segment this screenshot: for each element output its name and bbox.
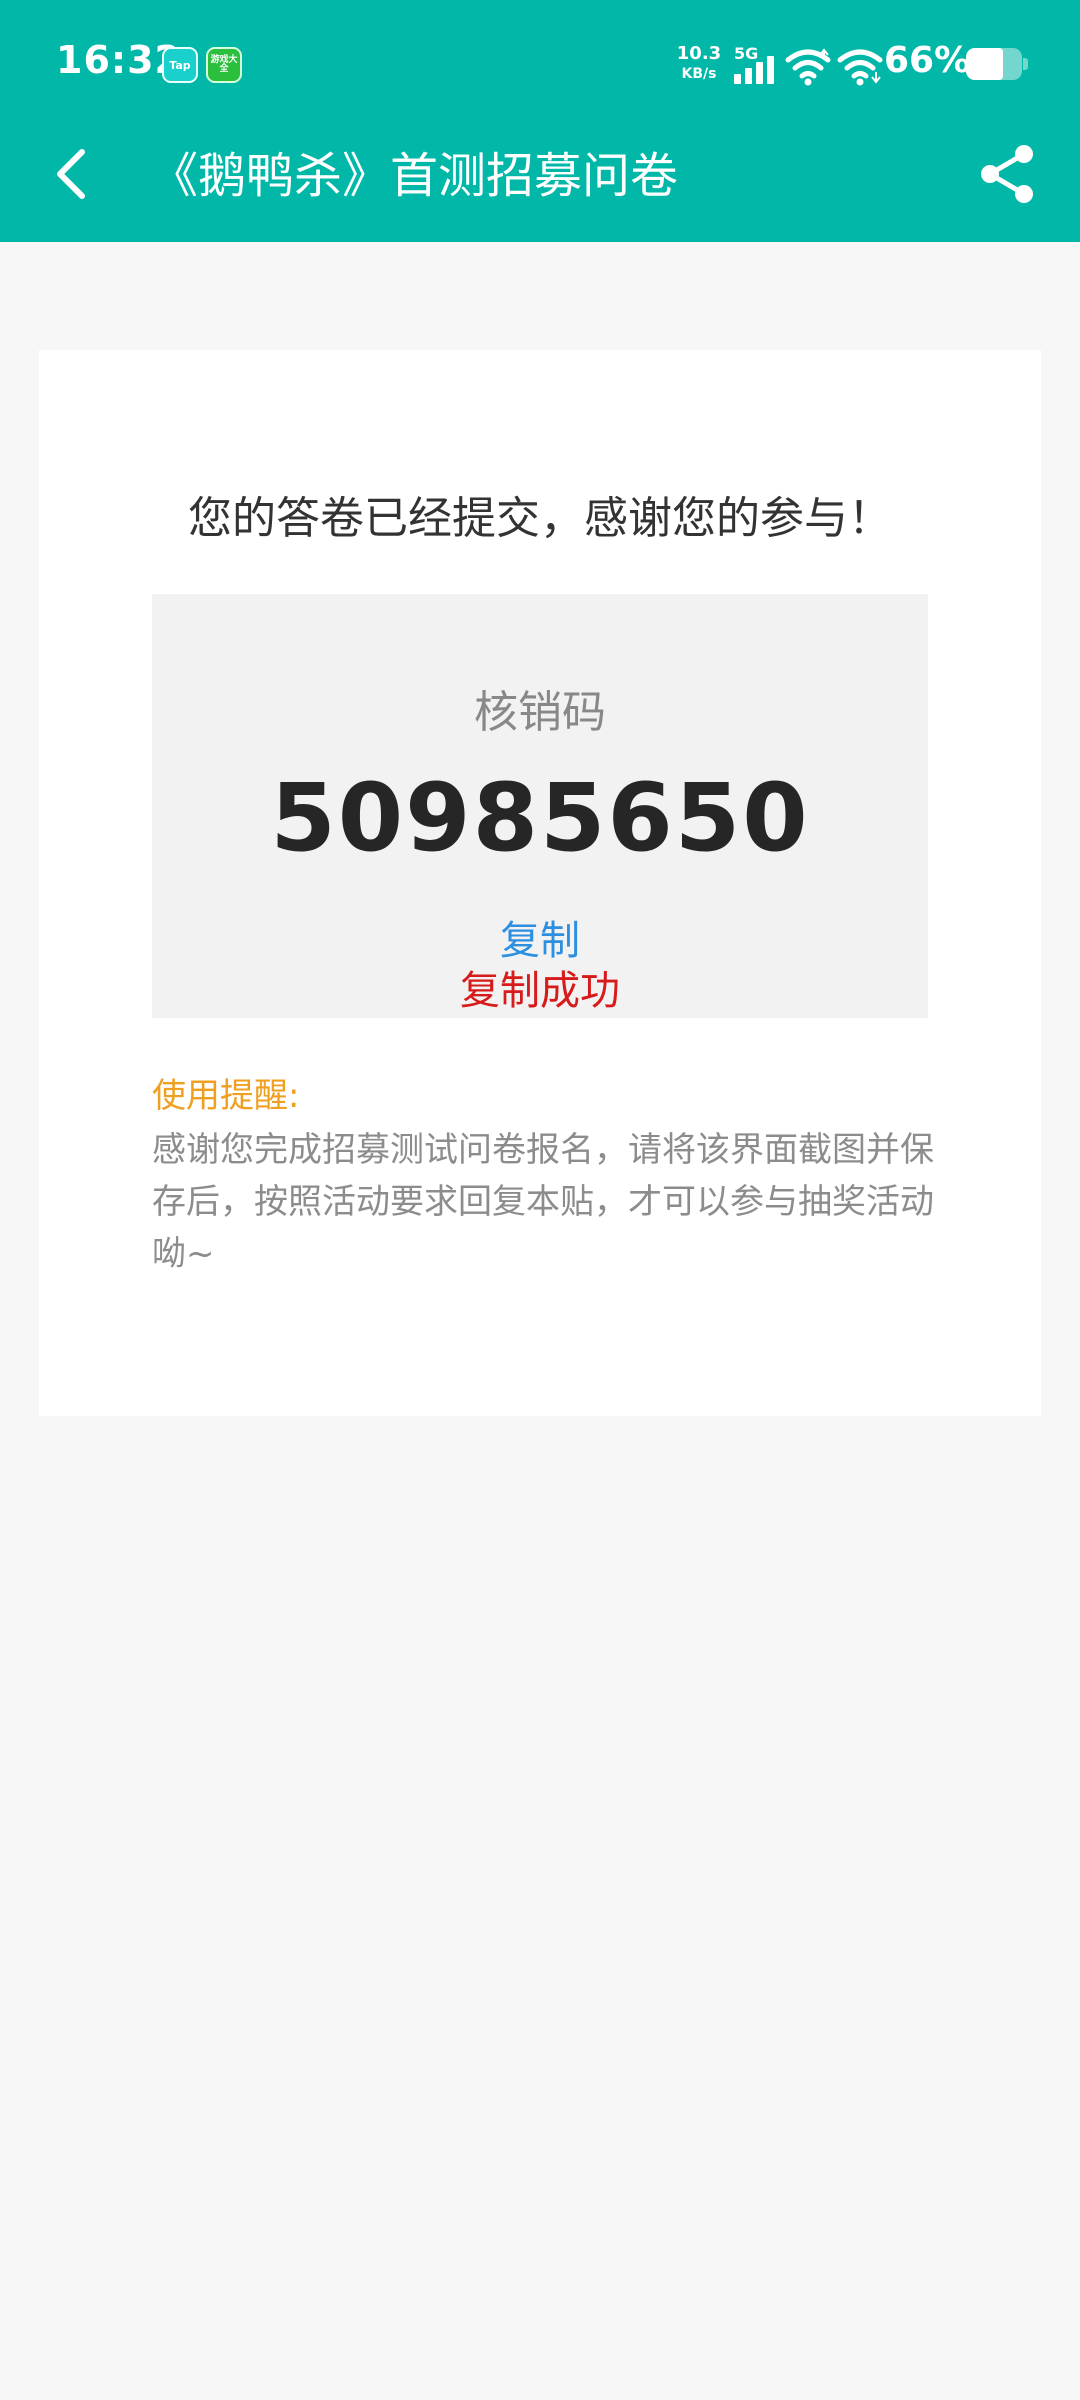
copy-button[interactable]: 复制 [440, 914, 640, 968]
share-button[interactable] [976, 142, 1040, 206]
game-app-icon: 游戏大全 [206, 47, 242, 83]
status-bar: 16:32 Tap 游戏大全 10.3 KB/s 5G 66% [0, 0, 1080, 130]
code-label: 核销码 [474, 687, 606, 738]
tip-title: 使用提醒: [152, 1076, 300, 1116]
verification-code-box: 核销码 50985650 复制 复制成功 [152, 594, 928, 1018]
verification-code: 50985650 [270, 764, 810, 873]
network-speed: 10.3 KB/s [676, 44, 722, 84]
network-speed-unit: KB/s [681, 66, 717, 82]
copy-success-message: 复制成功 [460, 968, 620, 1014]
battery-icon [966, 48, 1028, 80]
wifi-icon [785, 48, 831, 86]
cellular-signal-icon: 5G [734, 44, 778, 86]
app-header: 16:32 Tap 游戏大全 10.3 KB/s 5G 66% 《鹅鸭杀》首测招… [0, 0, 1080, 242]
result-card: 您的答卷已经提交，感谢您的参与！ 核销码 50985650 复制 复制成功 使用… [39, 350, 1041, 1416]
submission-message: 您的答卷已经提交，感谢您的参与！ [188, 493, 892, 544]
share-icon [981, 145, 1033, 203]
chevron-left-icon [57, 149, 85, 199]
network-type: 5G [734, 44, 759, 63]
wifi-icon [837, 49, 883, 86]
page-title: 《鹅鸭杀》首测招募问卷 [150, 148, 679, 204]
back-button[interactable] [40, 138, 100, 210]
tip-body: 感谢您完成招募测试问卷报名，请将该界面截图并保存后，按照活动要求回复本贴，才可以… [152, 1130, 934, 1274]
battery-percentage: 66% [884, 40, 971, 81]
tap-app-icon: Tap [162, 47, 198, 83]
network-speed-value: 10.3 [676, 43, 722, 64]
battery-fill [966, 48, 1003, 80]
